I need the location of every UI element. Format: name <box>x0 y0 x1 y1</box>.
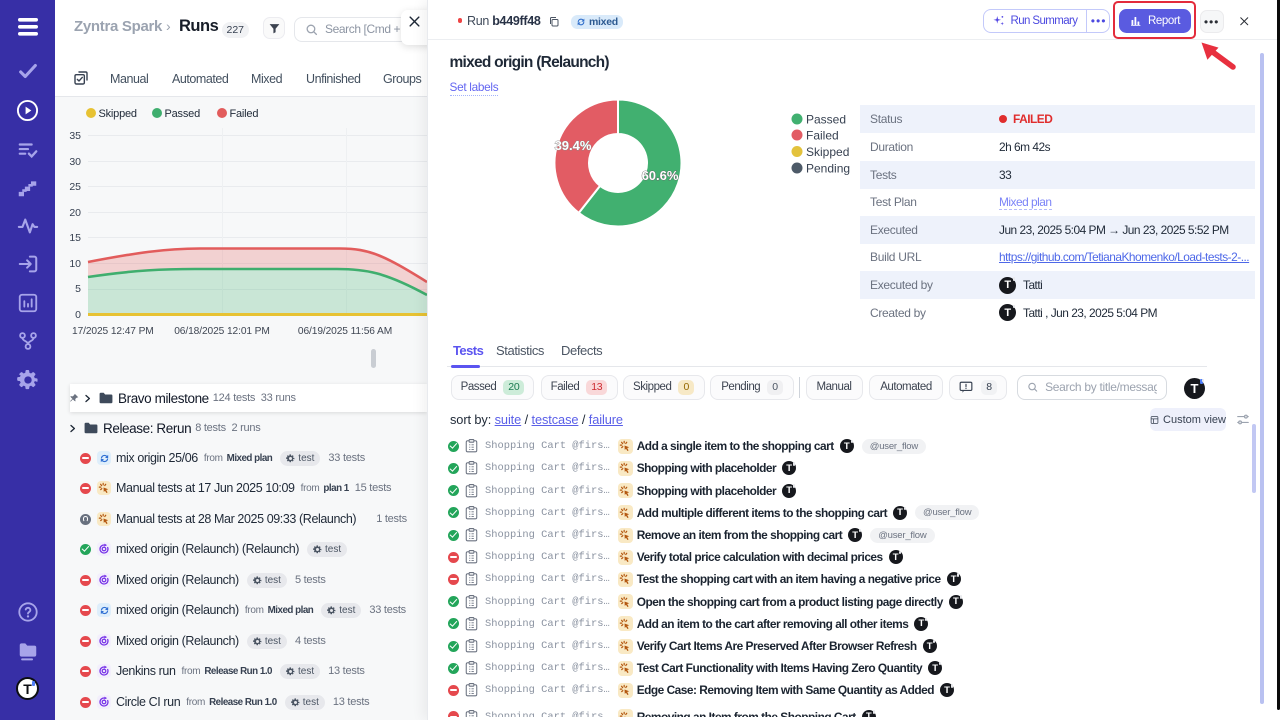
svg-text:5: 5 <box>75 283 81 295</box>
svg-text:60.6%: 60.6% <box>642 168 679 183</box>
svg-text:10: 10 <box>69 258 81 270</box>
svg-text:0: 0 <box>75 309 81 321</box>
svg-text:Failed: Failed <box>230 108 259 120</box>
svg-text:Passed: Passed <box>165 108 201 120</box>
svg-text:Passed: Passed <box>806 113 846 127</box>
svg-text:Pending: Pending <box>806 162 850 176</box>
svg-text:20: 20 <box>69 207 81 219</box>
svg-text:25: 25 <box>69 181 81 193</box>
svg-text:Failed: Failed <box>806 129 839 143</box>
svg-text:35: 35 <box>69 130 81 142</box>
svg-text:Skipped: Skipped <box>99 108 137 120</box>
svg-text:15: 15 <box>69 232 81 244</box>
svg-text:17/2025 12:47 PM: 17/2025 12:47 PM <box>72 326 154 337</box>
svg-text:06/18/2025 12:01 PM: 06/18/2025 12:01 PM <box>174 326 270 337</box>
svg-text:30: 30 <box>69 156 81 168</box>
svg-text:39.4%: 39.4% <box>555 138 592 153</box>
svg-text:Skipped: Skipped <box>806 145 849 159</box>
svg-text:06/19/2025 11:56 AM: 06/19/2025 11:56 AM <box>298 326 392 337</box>
